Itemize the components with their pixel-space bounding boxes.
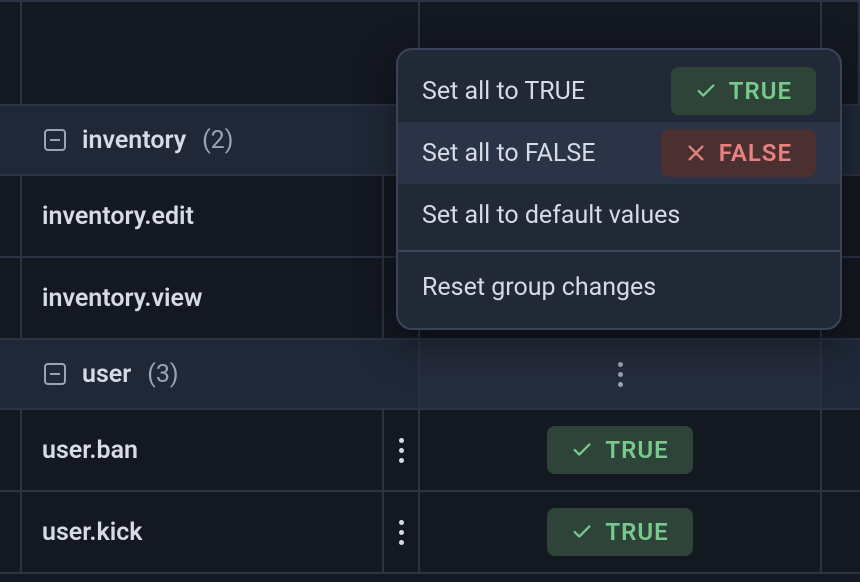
row-menu-button[interactable]	[384, 492, 420, 572]
true-badge[interactable]: TRUE	[547, 426, 692, 474]
badge-label: FALSE	[719, 139, 792, 167]
permission-key: user.ban	[22, 410, 384, 490]
permission-key: user.kick	[22, 492, 384, 572]
collapse-icon[interactable]	[44, 129, 66, 151]
menu-item-label: Set all to default values	[422, 201, 680, 230]
group-name: user	[82, 360, 131, 389]
group-name: inventory	[82, 126, 186, 155]
group-count: (3)	[147, 360, 178, 389]
group-context-menu: Set all to TRUE TRUE Set all to FALSE FA…	[396, 48, 842, 330]
false-badge: FALSE	[661, 129, 816, 177]
true-badge[interactable]: TRUE	[547, 508, 692, 556]
check-icon	[571, 521, 593, 543]
permission-key: inventory.edit	[22, 176, 384, 256]
kebab-icon	[618, 362, 623, 387]
kebab-icon	[399, 438, 404, 463]
badge-label: TRUE	[605, 518, 668, 546]
menu-separator	[398, 250, 840, 252]
badge-label: TRUE	[729, 77, 792, 105]
close-icon	[685, 142, 707, 164]
permission-value-cell[interactable]: TRUE	[420, 410, 822, 490]
group-menu-button[interactable]	[420, 340, 822, 408]
permission-row: user.kick TRUE	[0, 492, 860, 574]
menu-set-all-false[interactable]: Set all to FALSE FALSE	[398, 122, 840, 184]
menu-set-all-default[interactable]: Set all to default values	[398, 184, 840, 246]
row-menu-button[interactable]	[384, 410, 420, 490]
menu-item-label: Reset group changes	[422, 273, 656, 302]
check-icon	[571, 439, 593, 461]
true-badge: TRUE	[671, 67, 816, 115]
badge-label: TRUE	[605, 436, 668, 464]
kebab-icon	[399, 520, 404, 545]
check-icon	[695, 80, 717, 102]
group-count: (2)	[202, 126, 233, 155]
permission-key: inventory.view	[22, 258, 384, 338]
menu-reset-group[interactable]: Reset group changes	[398, 256, 840, 318]
group-header-user[interactable]: user (3)	[0, 340, 860, 410]
menu-set-all-true[interactable]: Set all to TRUE TRUE	[398, 60, 840, 122]
menu-item-label: Set all to FALSE	[422, 139, 595, 168]
collapse-icon[interactable]	[44, 363, 66, 385]
menu-item-label: Set all to TRUE	[422, 77, 585, 106]
permission-row: user.ban TRUE	[0, 410, 860, 492]
permission-value-cell[interactable]: TRUE	[420, 492, 822, 572]
